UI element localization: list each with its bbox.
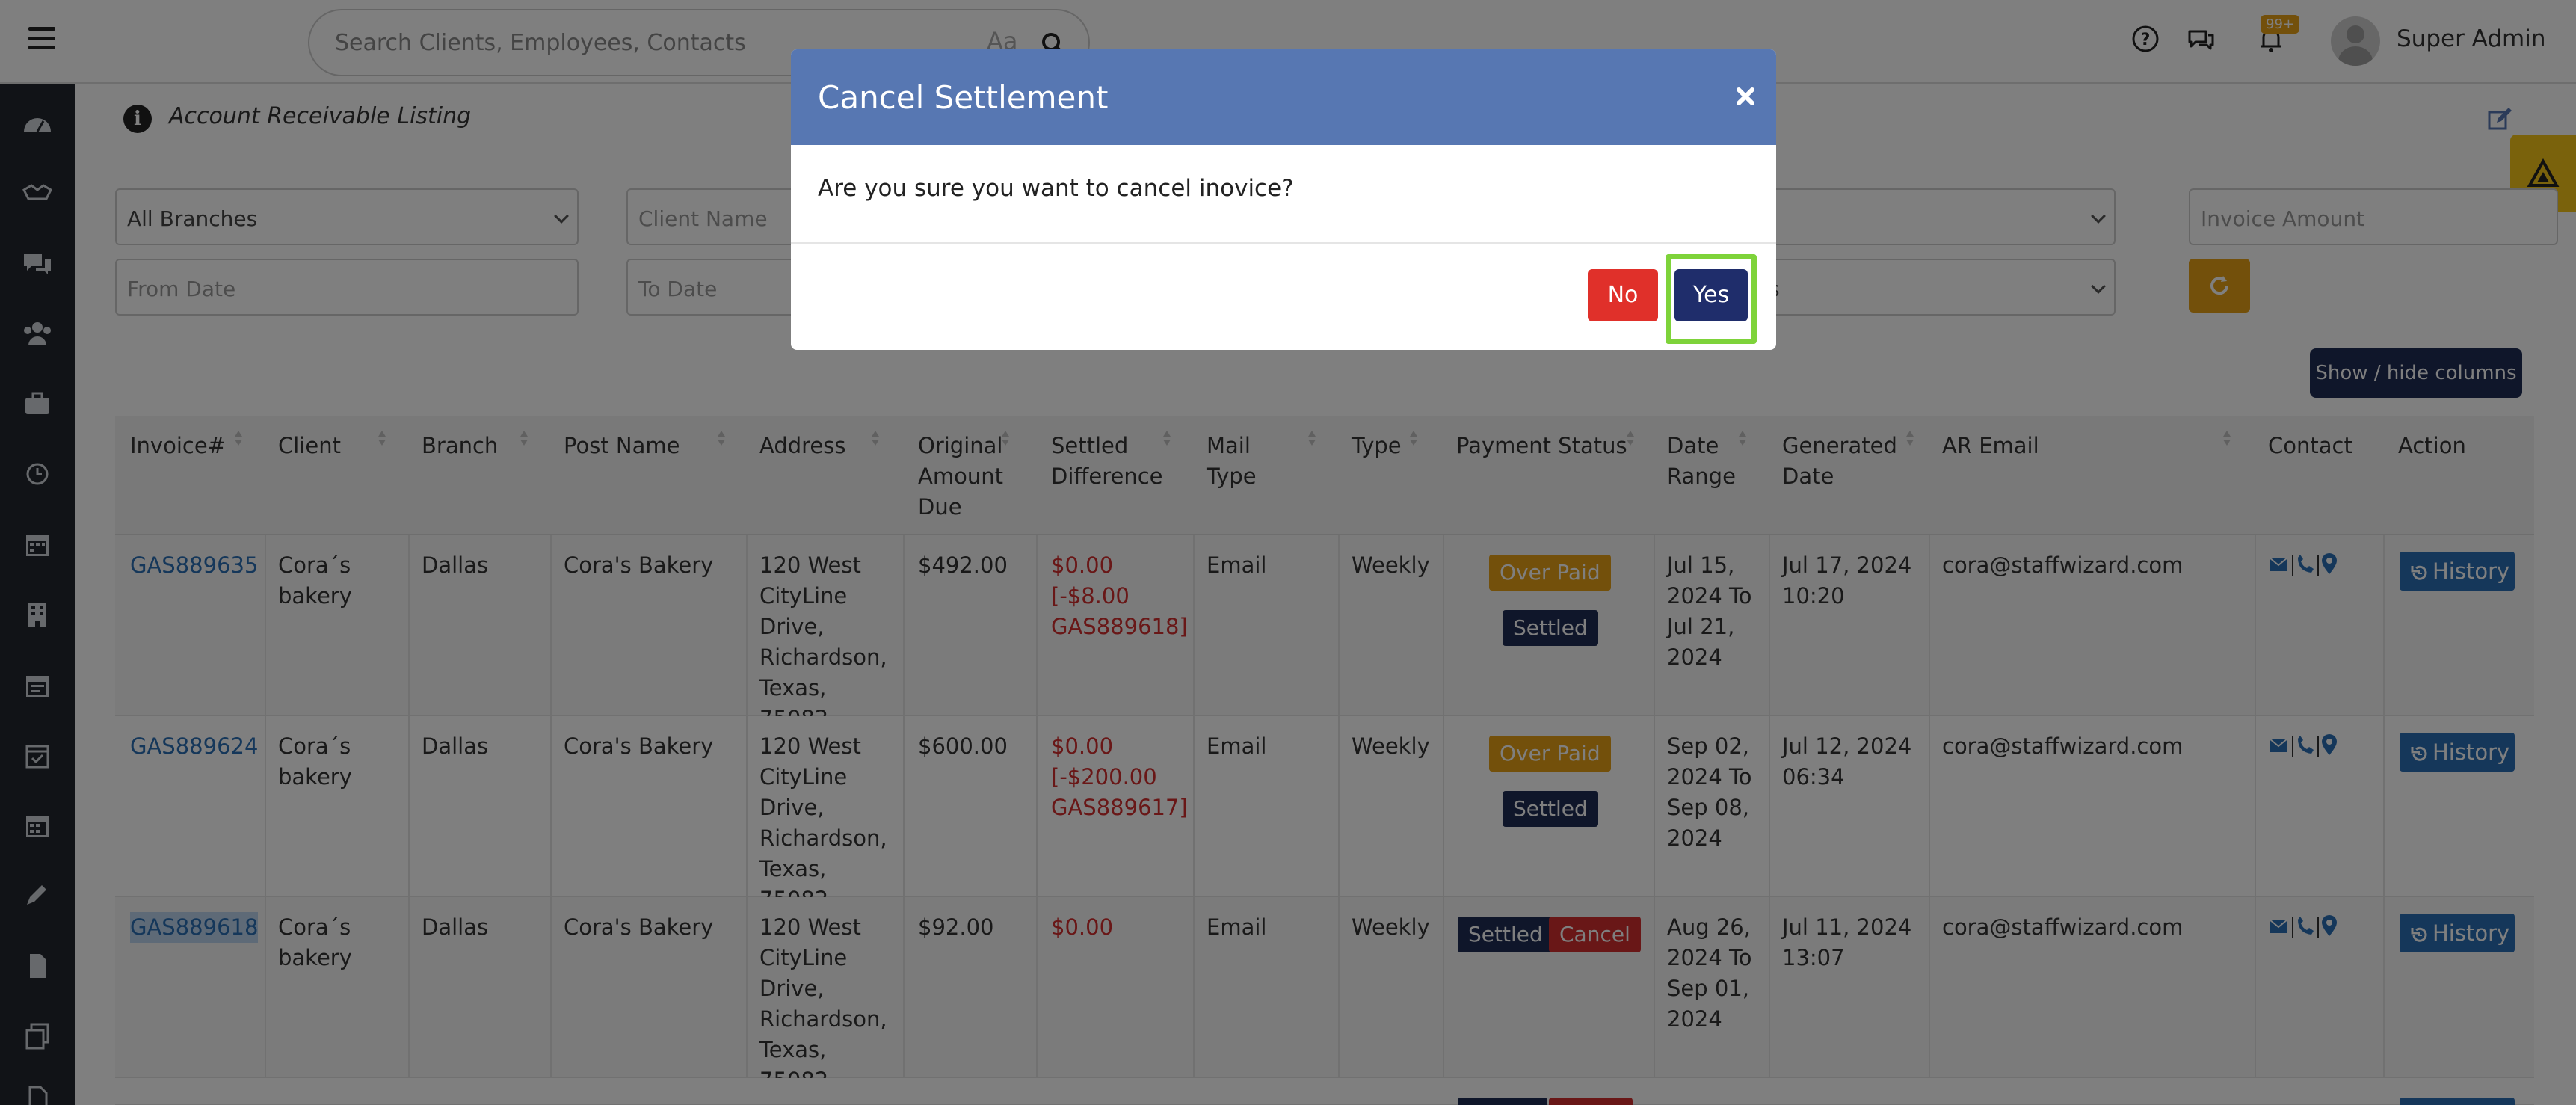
yes-button[interactable]: Yes: [1674, 269, 1748, 321]
modal-header: Cancel Settlement: [791, 49, 1776, 145]
modal-title: Cancel Settlement: [818, 79, 1109, 116]
modal-message: Are you sure you want to cancel inovice?: [818, 175, 1294, 202]
modal-divider: [791, 242, 1776, 244]
cancel-settlement-dialog: Cancel Settlement Are you sure you want …: [791, 49, 1776, 350]
close-icon[interactable]: [1731, 82, 1760, 111]
no-button[interactable]: No: [1588, 269, 1658, 321]
